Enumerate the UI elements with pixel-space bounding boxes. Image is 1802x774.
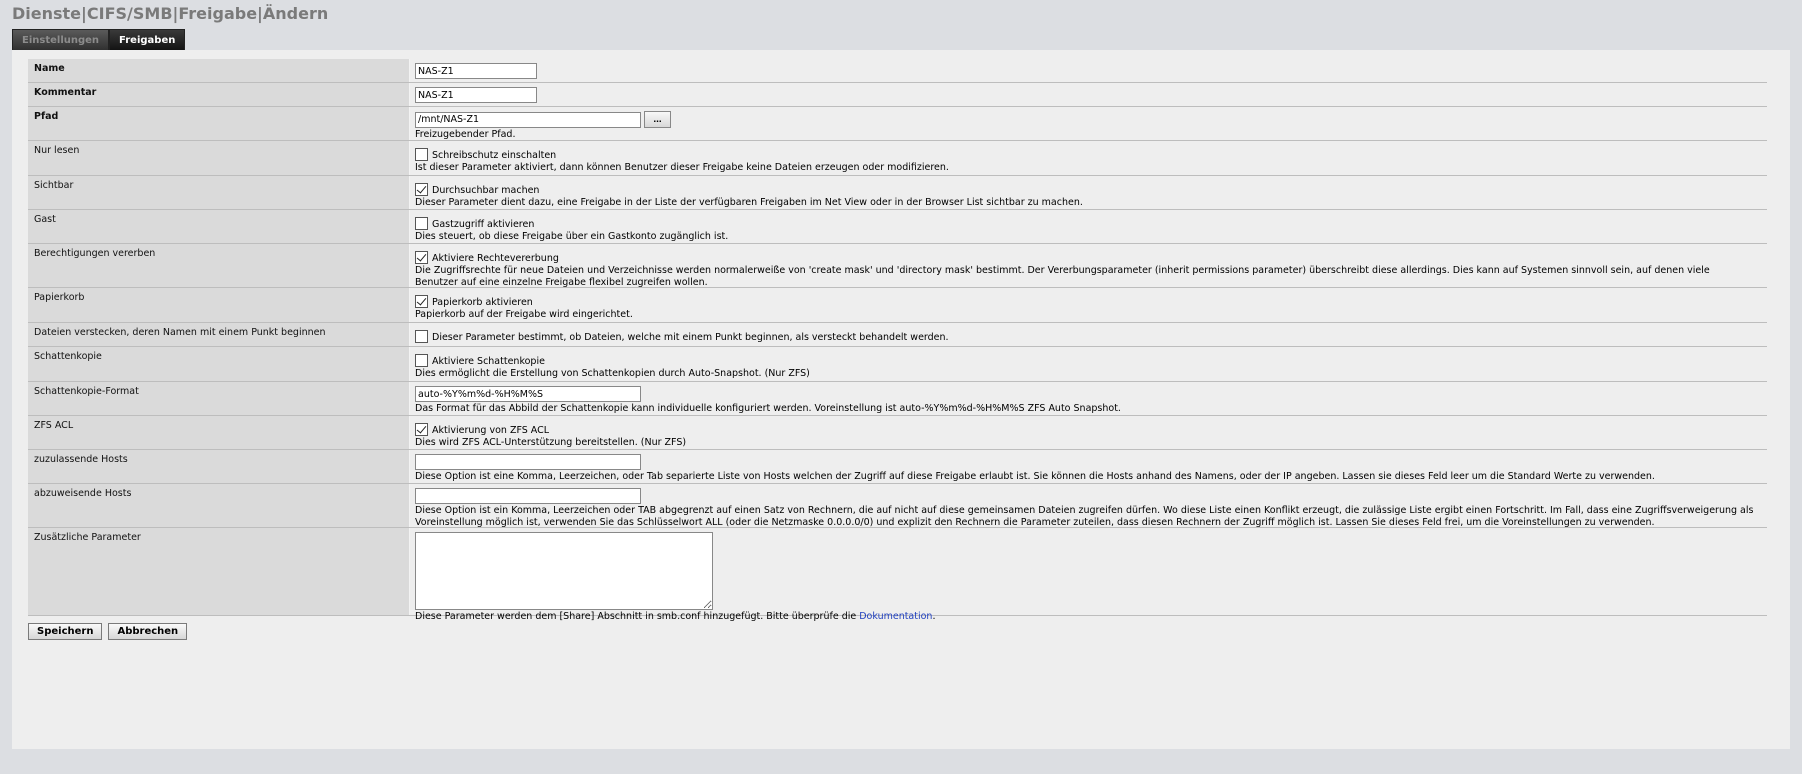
page-title: Dienste|CIFS/SMB|Freigabe|Ändern	[12, 4, 329, 23]
label-path: Pfad	[28, 107, 410, 140]
row-inherit: Berechtigungen vererben Aktiviere Rechte…	[28, 244, 1767, 288]
inherit-checkbox-label: Aktiviere Rechtevererbung	[432, 253, 559, 264]
hidedot-checkbox-label: Dieser Parameter bestimmt, ob Dateien, w…	[432, 332, 949, 343]
zfsacl-checkbox[interactable]	[415, 423, 428, 436]
row-readonly: Nur lesen Schreibschutz einschalten Ist …	[28, 141, 1767, 176]
row-hostsdeny: abzuweisende Hosts Diese Option ist ein …	[28, 484, 1767, 528]
documentation-link[interactable]: Dokumentation	[859, 611, 932, 622]
form-buttons: Speichern Abbrechen	[28, 623, 188, 640]
hostsdeny-input[interactable]	[415, 488, 641, 504]
browseable-checkbox-label: Durchsuchbar machen	[432, 185, 540, 196]
label-zfsacl: ZFS ACL	[28, 416, 410, 449]
label-hidedot: Dateien verstecken, deren Namen mit eine…	[28, 323, 410, 346]
label-auxparam: Zusätzliche Parameter	[28, 528, 410, 615]
tab-einstellungen[interactable]: Einstellungen	[12, 29, 110, 51]
label-inherit: Berechtigungen vererben	[28, 244, 410, 287]
recycle-checkbox[interactable]	[415, 295, 428, 308]
auxparam-textarea[interactable]	[415, 532, 713, 610]
browseable-desc: Dieser Parameter dient dazu, eine Freiga…	[415, 197, 1083, 208]
label-shadowcopy: Schattenkopie	[28, 347, 410, 381]
save-button[interactable]: Speichern	[28, 623, 103, 640]
tab-freigaben[interactable]: Freigaben	[109, 29, 186, 51]
row-recycle: Papierkorb Papierkorb aktivieren Papierk…	[28, 288, 1767, 323]
label-hostsdeny: abzuweisende Hosts	[28, 484, 410, 527]
guest-checkbox-label: Gastzugriff aktivieren	[432, 219, 535, 230]
shadowcopy-checkbox[interactable]	[415, 354, 428, 367]
readonly-desc: Ist dieser Parameter aktiviert, dann kön…	[415, 162, 949, 173]
hostsallow-desc: Diese Option ist eine Komma, Leerzeichen…	[415, 471, 1655, 482]
shadowformat-input[interactable]	[415, 386, 641, 402]
auxparam-desc-end: .	[932, 611, 936, 622]
row-shadowformat: Schattenkopie-Format Das Format für das …	[28, 382, 1767, 416]
row-guest: Gast Gastzugriff aktivieren Dies steuert…	[28, 210, 1767, 244]
name-input[interactable]	[415, 63, 537, 79]
readonly-checkbox[interactable]	[415, 148, 428, 161]
row-path: Pfad ... Freizugebender Pfad.	[28, 107, 1767, 141]
label-comment: Kommentar	[28, 83, 410, 106]
recycle-checkbox-label: Papierkorb aktivieren	[432, 297, 533, 308]
path-input[interactable]	[415, 111, 641, 128]
inherit-checkbox[interactable]	[415, 251, 428, 264]
label-name: Name	[28, 59, 410, 82]
hostsallow-input[interactable]	[415, 454, 641, 470]
label-readonly: Nur lesen	[28, 141, 410, 175]
auxparam-desc: Diese Parameter werden dem [Share] Absch…	[415, 611, 1767, 623]
auxparam-desc-text: Diese Parameter werden dem [Share] Absch…	[415, 611, 860, 622]
shadowcopy-checkbox-label: Aktiviere Schattenkopie	[432, 356, 545, 367]
tab-bar: Einstellungen Freigaben	[12, 29, 186, 51]
row-name: Name	[28, 59, 1767, 83]
label-browseable: Sichtbar	[28, 176, 410, 209]
zfsacl-checkbox-label: Aktivierung von ZFS ACL	[432, 425, 550, 436]
cancel-button[interactable]: Abbrechen	[108, 623, 188, 640]
label-guest: Gast	[28, 210, 410, 243]
recycle-desc: Papierkorb auf der Freigabe wird eingeri…	[415, 309, 633, 320]
comment-input[interactable]	[415, 87, 537, 103]
row-shadowcopy: Schattenkopie Aktiviere Schattenkopie Di…	[28, 347, 1767, 382]
zfsacl-desc: Dies wird ZFS ACL-Unterstützung bereitst…	[415, 437, 687, 448]
row-browseable: Sichtbar Durchsuchbar machen Dieser Para…	[28, 176, 1767, 210]
row-auxparam: Zusätzliche Parameter Diese Parameter we…	[28, 528, 1767, 622]
hidedot-checkbox[interactable]	[415, 330, 428, 343]
label-hostsallow: zuzulassende Hosts	[28, 450, 410, 483]
guest-desc: Dies steuert, ob diese Freigabe über ein…	[415, 231, 729, 242]
browseable-checkbox[interactable]	[415, 183, 428, 196]
row-zfsacl: ZFS ACL Aktivierung von ZFS ACL Dies wir…	[28, 416, 1767, 450]
readonly-checkbox-label: Schreibschutz einschalten	[432, 150, 557, 161]
row-hidedot: Dateien verstecken, deren Namen mit eine…	[28, 323, 1767, 347]
form-panel: Name Kommentar Pfad ... Freizugebender P…	[12, 50, 1790, 749]
row-comment: Kommentar	[28, 83, 1767, 107]
shadowformat-desc: Das Format für das Abbild der Schattenko…	[415, 403, 1121, 414]
guest-checkbox[interactable]	[415, 217, 428, 230]
browse-button[interactable]: ...	[644, 111, 671, 128]
row-hostsallow: zuzulassende Hosts Diese Option ist eine…	[28, 450, 1767, 484]
inherit-desc: Die Zugriffsrechte für neue Dateien und …	[415, 265, 1710, 288]
shadowcopy-desc: Dies ermöglicht die Erstellung von Schat…	[415, 368, 810, 379]
label-shadowformat: Schattenkopie-Format	[28, 382, 410, 415]
hostsdeny-desc: Diese Option ist ein Komma, Leerzeichen …	[415, 505, 1754, 528]
path-desc: Freizugebender Pfad.	[415, 129, 516, 140]
label-recycle: Papierkorb	[28, 288, 410, 322]
